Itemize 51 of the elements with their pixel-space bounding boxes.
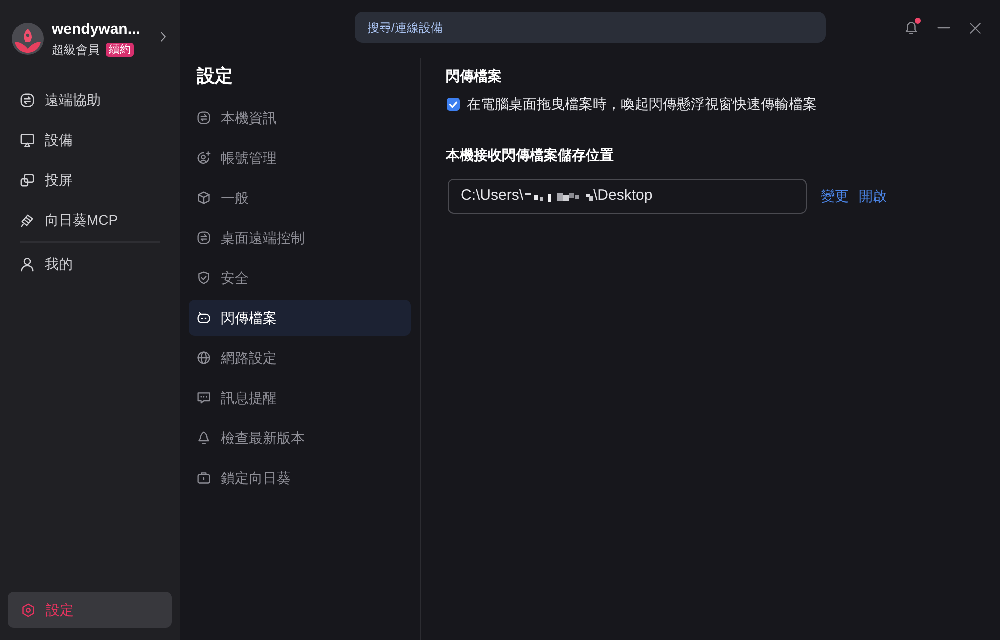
section-title: 閃傳檔案: [446, 67, 502, 86]
settings-title: 設定: [196, 65, 234, 88]
bell-icon: [904, 20, 918, 36]
swap-square-icon: [197, 111, 211, 125]
swap-square-icon: [20, 92, 35, 108]
globe-icon: [197, 351, 211, 365]
path-field[interactable]: C:\Users\ \Desktop: [448, 179, 807, 214]
user-name: wendywan...: [52, 20, 142, 40]
settings-menu-item[interactable]: 桌面遠端控制: [189, 220, 411, 256]
nav-item[interactable]: 我的: [0, 244, 180, 284]
screens-icon: [20, 172, 35, 188]
striped-tag-icon: [20, 212, 35, 228]
settings-menu-item[interactable]: 閃傳檔案: [189, 300, 411, 336]
swap-square-icon: [197, 231, 211, 245]
settings-menu-item[interactable]: 帳號管理: [189, 140, 411, 176]
settings-button[interactable]: 設定: [8, 592, 172, 628]
briefcase-icon: [197, 471, 211, 485]
close-button[interactable]: [968, 20, 983, 36]
renew-badge[interactable]: 續約: [106, 43, 134, 57]
user-icon: [20, 256, 35, 272]
robot-face-icon: [197, 311, 211, 325]
settings-menu-item[interactable]: 一般: [189, 180, 411, 216]
settings-menu-item[interactable]: 檢查最新版本: [189, 420, 411, 456]
settings-menu-item[interactable]: 安全: [189, 260, 411, 296]
shield-check-icon: [197, 271, 211, 285]
bell-shape-icon: [197, 431, 211, 445]
settings-menu-item[interactable]: 鎖定向日葵: [189, 460, 411, 496]
nav-item[interactable]: 設備: [0, 120, 180, 160]
monitor-icon: [20, 132, 35, 148]
nav-item[interactable]: 向日葵MCP: [0, 200, 180, 240]
cube-icon: [197, 191, 211, 205]
membership-label: 超級會員: [52, 42, 100, 58]
search-field[interactable]: 搜尋/連線設備: [354, 12, 826, 43]
checkbox-label: 在電腦桌面拖曳檔案時，喚起閃傳懸浮視窗快速傳輸檔案: [467, 95, 817, 114]
notifications-button[interactable]: [903, 20, 919, 36]
settings-menu-item[interactable]: 本機資訊: [189, 100, 411, 136]
chat-dots-icon: [197, 391, 211, 405]
profile-chevron-button[interactable]: [158, 30, 168, 44]
settings-menu-item[interactable]: 網路設定: [189, 340, 411, 376]
checkbox[interactable]: [447, 98, 460, 110]
nav-item[interactable]: 投屏: [0, 160, 180, 200]
user-plus-icon: [197, 151, 211, 165]
settings-menu-item[interactable]: 訊息提醒: [189, 380, 411, 416]
avatar-icon: [12, 23, 44, 55]
chevron-right-icon: [160, 31, 166, 43]
section-title: 本機接收閃傳檔案儲存位置: [446, 146, 614, 165]
action-link[interactable]: 變更: [821, 186, 849, 207]
settings-icon: [21, 602, 36, 618]
nav-item[interactable]: 遠端協助: [0, 80, 180, 120]
action-link[interactable]: 開啟: [859, 186, 887, 207]
close-icon: [969, 22, 982, 34]
